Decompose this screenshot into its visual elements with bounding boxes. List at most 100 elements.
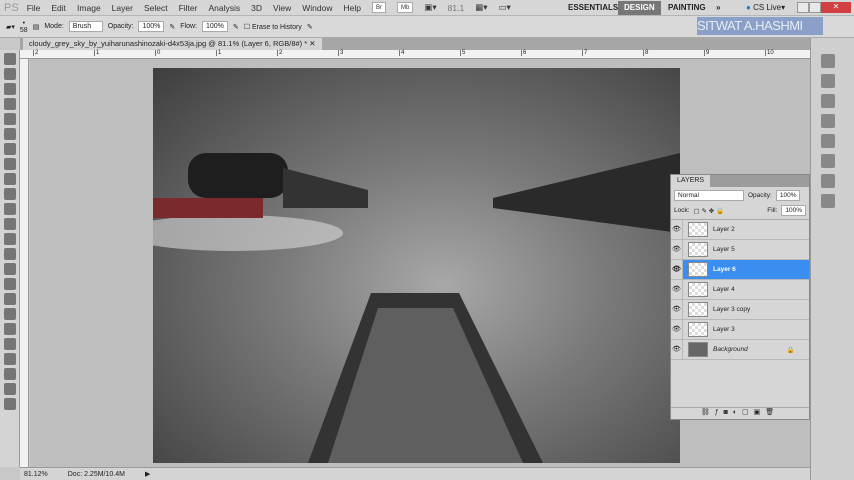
arrange-docs-icon[interactable]: ▦▾	[475, 2, 487, 13]
paths-icon[interactable]	[821, 194, 835, 208]
mode-select[interactable]: Brush	[68, 21, 103, 32]
workspace-design[interactable]: DESIGN	[618, 1, 661, 15]
layer-row[interactable]: 👁 Layer 5	[671, 240, 809, 260]
brush-preset-picker[interactable]: • 58	[20, 20, 28, 34]
tool-button[interactable]	[4, 293, 16, 305]
tool-button[interactable]	[4, 53, 16, 65]
mode-label: Mode:	[44, 23, 64, 30]
opacity-input[interactable]: 100%	[138, 21, 165, 32]
tool-button[interactable]	[4, 158, 16, 170]
tool-button[interactable]	[4, 188, 16, 200]
horizontal-ruler[interactable]: 2 1 0 1 2 3 4 5 6 7 8 9 10	[20, 50, 810, 59]
screen-mode-icon[interactable]: ▣▾	[424, 2, 436, 13]
channels-icon[interactable]	[821, 174, 835, 188]
mini-bridge-button[interactable]: Mb	[396, 2, 414, 13]
paragraph-icon[interactable]	[821, 94, 835, 108]
tool-button[interactable]	[4, 173, 16, 185]
minimize-button[interactable]	[797, 2, 809, 13]
restore-button[interactable]	[809, 2, 821, 13]
erase-history-checkbox[interactable]: ☐ Erase to History	[244, 23, 302, 31]
visibility-eye-icon[interactable]: 👁	[671, 300, 683, 319]
tool-button[interactable]	[4, 398, 16, 410]
airbrush-icon[interactable]: ✎	[233, 23, 239, 31]
menu-analysis[interactable]: Analysis	[208, 3, 240, 13]
tool-button[interactable]	[4, 128, 16, 140]
visibility-eye-icon[interactable]: 👁	[671, 240, 683, 259]
zoom-status[interactable]: 81.12%	[24, 471, 48, 478]
visibility-eye-icon[interactable]: 👁	[671, 320, 683, 339]
tool-button[interactable]	[4, 308, 16, 320]
menu-select[interactable]: Select	[144, 3, 168, 13]
tool-button[interactable]	[4, 143, 16, 155]
menu-layer[interactable]: Layer	[112, 3, 133, 13]
tool-button[interactable]	[4, 83, 16, 95]
layers-panel-header: LAYERS	[671, 175, 809, 187]
cs-live-button[interactable]: ● CS Live▾	[740, 1, 791, 15]
menu-edit[interactable]: Edit	[51, 3, 66, 13]
zoom-level[interactable]: 81.1	[448, 3, 465, 13]
fill-input[interactable]: 100%	[781, 205, 806, 216]
menu-view[interactable]: View	[273, 3, 291, 13]
layers-tab[interactable]: LAYERS	[671, 175, 711, 187]
menu-window[interactable]: Window	[302, 3, 332, 13]
menu-file[interactable]: File	[27, 3, 41, 13]
blend-mode-select[interactable]: Normal	[674, 190, 744, 201]
tool-button[interactable]	[4, 263, 16, 275]
tool-button[interactable]	[4, 98, 16, 110]
lock-icons[interactable]: ▢ ✎ ✥ 🔒	[694, 207, 725, 215]
layer-name: Layer 6	[713, 266, 736, 273]
more-workspaces-button[interactable]: »	[710, 1, 726, 15]
tool-button[interactable]	[4, 113, 16, 125]
layer-row[interactable]: 👁 Layer 3	[671, 320, 809, 340]
vertical-ruler[interactable]	[20, 59, 29, 467]
workspace-painting[interactable]: PAINTING	[662, 1, 712, 15]
layer-row[interactable]: 👁 Layer 2	[671, 220, 809, 240]
close-tab-icon[interactable]: ✕	[309, 39, 315, 48]
navigator-icon[interactable]	[821, 54, 835, 68]
layer-thumbnail	[688, 282, 708, 297]
document-canvas[interactable]	[153, 68, 680, 463]
histogram-icon[interactable]	[821, 74, 835, 88]
layers-footer-buttons[interactable]: ⛓ƒ◙◐▢▣🗑	[671, 407, 809, 419]
layer-row[interactable]: 👁 Layer 3 copy	[671, 300, 809, 320]
close-button[interactable]: ✕	[821, 2, 851, 13]
layer-row-selected[interactable]: 👁 Layer 6	[671, 260, 809, 280]
layer-row-background[interactable]: 👁 Background 🔒	[671, 340, 809, 360]
brush-panel-icon[interactable]: ▤	[33, 23, 40, 31]
document-tab[interactable]: cloudy_grey_sky_by_yuiharunashinozaki-d4…	[23, 38, 322, 50]
flow-input[interactable]: 100%	[202, 21, 228, 32]
status-menu-arrow-icon[interactable]: ▶	[145, 470, 150, 478]
character-icon[interactable]	[821, 114, 835, 128]
tool-button[interactable]	[4, 233, 16, 245]
menu-help[interactable]: Help	[344, 3, 361, 13]
bridge-button[interactable]: Br	[371, 2, 386, 13]
tool-button[interactable]	[4, 68, 16, 80]
ruler-tick-label: 2	[33, 50, 39, 56]
visibility-eye-icon[interactable]: 👁	[671, 220, 683, 239]
layer-opacity-input[interactable]: 100%	[775, 190, 801, 201]
pressure-opacity-icon[interactable]: ✎	[169, 23, 175, 31]
pressure-size-icon[interactable]: ✎	[307, 23, 313, 31]
tool-button[interactable]	[4, 353, 16, 365]
menu-image[interactable]: Image	[77, 3, 101, 13]
layer-row[interactable]: 👁 Layer 4	[671, 280, 809, 300]
tool-button[interactable]	[4, 338, 16, 350]
tool-button[interactable]	[4, 248, 16, 260]
ruler-tick-label: 2	[277, 50, 283, 56]
workspace-essentials[interactable]: ESSENTIALS	[562, 1, 624, 15]
tool-button[interactable]	[4, 368, 16, 380]
layers-icon[interactable]	[821, 154, 835, 168]
visibility-eye-icon[interactable]: 👁	[671, 280, 683, 299]
tool-button[interactable]	[4, 323, 16, 335]
menu-filter[interactable]: Filter	[179, 3, 198, 13]
menu-3d[interactable]: 3D	[251, 3, 262, 13]
tool-button[interactable]	[4, 218, 16, 230]
visibility-eye-icon[interactable]: 👁	[671, 340, 683, 359]
eraser-tool-icon[interactable]: ▰▾	[6, 23, 15, 31]
adjustments-icon[interactable]	[821, 134, 835, 148]
visibility-eye-icon[interactable]: 👁	[671, 260, 683, 279]
tool-button[interactable]	[4, 203, 16, 215]
tool-button[interactable]	[4, 383, 16, 395]
tool-button[interactable]	[4, 278, 16, 290]
screen-mode-select-icon[interactable]: ▭▾	[499, 2, 511, 13]
